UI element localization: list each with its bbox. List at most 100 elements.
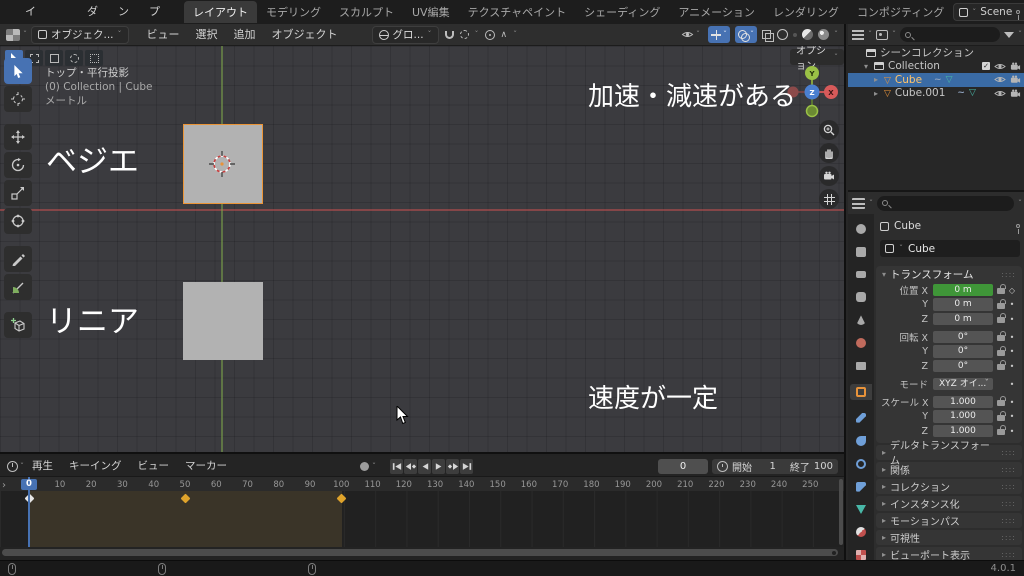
tab-viewlayer-icon[interactable] [855, 292, 867, 302]
lock-icon[interactable] [997, 317, 1005, 323]
collapsed-section[interactable]: コレクション :::: [876, 479, 1022, 494]
viewport-menu-item[interactable]: 追加 [226, 24, 264, 46]
cube-linear[interactable] [183, 282, 263, 360]
playhead-frame-chip[interactable]: 0 [21, 479, 37, 490]
disable-camera-icon[interactable] [1010, 62, 1021, 71]
camera-view-icon[interactable] [819, 166, 839, 186]
animate-dot-icon[interactable]: • [1007, 362, 1017, 371]
start-value[interactable]: 1 [770, 461, 776, 472]
outliner-row[interactable]: シーンコレクション ✓ [848, 46, 1024, 60]
transform-value-field[interactable]: 1.000 [933, 410, 993, 423]
tab-render-icon[interactable] [855, 247, 867, 257]
outliner-display-mode-icon[interactable] [852, 30, 864, 40]
next-keyframe-button[interactable] [446, 459, 459, 474]
workspace-tab[interactable]: レイアウト [184, 1, 257, 23]
properties-search-input[interactable] [877, 196, 1014, 211]
workspace-tab[interactable]: スカルプト [330, 1, 403, 23]
select-intersect-icon[interactable] [85, 50, 103, 66]
transform-value-field[interactable]: 0° [933, 360, 993, 373]
outliner-row[interactable]: Cube.001 ✓ [848, 87, 1024, 101]
expander-icon[interactable] [874, 89, 884, 98]
select-subtract-icon[interactable] [65, 50, 83, 66]
mode-selector[interactable]: オブジェク... ˇ [31, 26, 129, 44]
tab-object-icon[interactable] [850, 384, 872, 400]
animate-dot-icon[interactable]: • [1007, 380, 1017, 389]
outliner-item-label[interactable]: シーンコレクション [880, 45, 974, 60]
keyframe-diamond[interactable] [337, 494, 347, 504]
scale-tool[interactable] [4, 180, 32, 206]
workspace-tab[interactable]: テクスチャペイント [459, 1, 576, 23]
select-extend-icon[interactable] [45, 50, 63, 66]
disable-camera-icon[interactable] [1010, 89, 1021, 98]
shading-rendered-icon[interactable] [818, 29, 829, 40]
tab-modifiers-icon[interactable] [855, 413, 867, 423]
tab-world-icon[interactable] [855, 338, 867, 348]
xray-toggle-icon[interactable] [762, 30, 772, 40]
animate-dot-icon[interactable]: • [1007, 300, 1017, 309]
expander-icon[interactable] [874, 75, 884, 84]
jump-to-end-button[interactable] [460, 459, 473, 474]
collapsed-section[interactable]: モーションパス :::: [876, 513, 1022, 528]
snap-toggle-icon[interactable] [445, 31, 454, 39]
cursor-tool[interactable] [4, 86, 32, 112]
timeline-editor-icon[interactable] [7, 461, 18, 472]
keyframe-diamond[interactable] [180, 494, 190, 504]
transform-value-field[interactable]: 0 m [933, 313, 993, 326]
lock-icon[interactable] [997, 364, 1005, 370]
annotate-tool[interactable] [4, 246, 32, 272]
checkbox-icon[interactable]: ✓ [982, 62, 990, 70]
timeline-ruler[interactable]: 0102030405060708090100110120130140150160… [0, 477, 844, 491]
play-button[interactable] [432, 459, 445, 474]
animate-dot-icon[interactable]: • [1007, 412, 1017, 421]
tab-material-icon[interactable] [855, 527, 867, 537]
visibility-dropdown[interactable]: ˇ [678, 26, 703, 43]
outliner-row[interactable]: Cube ✓ [848, 73, 1024, 87]
transform-value-field[interactable]: 0 m [933, 298, 993, 311]
prev-keyframe-button[interactable] [404, 459, 417, 474]
outliner-search-input[interactable] [900, 27, 1000, 42]
end-value[interactable]: 100 [814, 461, 833, 472]
tab-constraints-icon[interactable] [855, 482, 867, 492]
collapsed-section[interactable]: 可視性 :::: [876, 530, 1022, 545]
tab-output-icon[interactable] [855, 270, 867, 279]
lock-icon[interactable] [997, 415, 1005, 421]
transform-value-field[interactable]: 0° [933, 345, 993, 358]
tab-scene-icon[interactable] [855, 315, 867, 325]
pin-icon[interactable] [1016, 224, 1020, 228]
lock-icon[interactable] [997, 288, 1005, 294]
orientation-selector[interactable]: グロ... ˇ [372, 26, 439, 44]
zoom-icon[interactable] [819, 120, 839, 140]
tab-object-data-icon[interactable] [855, 505, 867, 514]
gizmos-toggle[interactable]: ˇ [708, 26, 730, 43]
tab-texture-icon[interactable] [855, 550, 867, 560]
hide-eye-icon[interactable] [994, 75, 1006, 84]
shading-material-icon[interactable] [802, 29, 813, 40]
lock-icon[interactable] [997, 400, 1005, 406]
outliner-item-label[interactable]: Cube [895, 74, 922, 86]
lock-icon[interactable] [997, 335, 1005, 341]
lock-icon[interactable] [997, 303, 1005, 309]
collapsed-section[interactable]: インスタンス化 :::: [876, 496, 1022, 511]
viewport-3d[interactable]: トップ・平行投影 (0) Collection | Cube メートル オプショ… [0, 46, 844, 452]
transform-value-field[interactable]: 0 m [933, 284, 993, 297]
timeline-menu-item[interactable]: キーイング [61, 456, 130, 477]
move-tool[interactable] [4, 124, 32, 150]
frame-range-fields[interactable]: 開始 1 終了 100 [712, 459, 838, 474]
shading-wireframe-icon[interactable] [777, 29, 788, 40]
object-name-field[interactable]: ˇ Cube [880, 240, 1020, 257]
hide-eye-icon[interactable] [994, 62, 1006, 71]
animate-dot-icon[interactable]: ◇ [1007, 286, 1017, 295]
measure-tool[interactable] [4, 274, 32, 300]
workspace-tab[interactable]: レンダリング [764, 1, 848, 23]
expander-icon[interactable] [864, 62, 874, 71]
workspace-tab[interactable]: UV編集 [403, 1, 459, 23]
proportional-edit-icon[interactable] [485, 30, 495, 40]
outliner-item-label[interactable]: Cube.001 [895, 87, 946, 99]
tab-collection-icon[interactable] [855, 361, 867, 370]
timeline-vscrollbar[interactable] [839, 479, 843, 545]
animate-dot-icon[interactable]: • [1007, 315, 1017, 324]
transform-value-field[interactable]: 1.000 [933, 396, 993, 409]
falloff-icon[interactable]: ∧ [501, 30, 508, 40]
panel-grip-icon[interactable]: :::: [1001, 270, 1016, 279]
filter-funnel-icon[interactable] [1004, 32, 1014, 38]
